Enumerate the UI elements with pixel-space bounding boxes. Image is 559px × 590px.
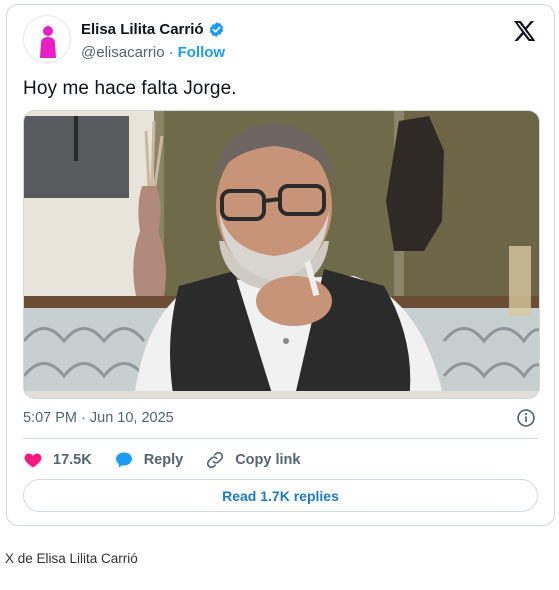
like-button[interactable]: 17.5K bbox=[23, 450, 92, 470]
embedded-tweet-card: Elisa Lilita Carrió @elisacarrio · Follo… bbox=[6, 4, 555, 526]
read-replies-button[interactable]: Read 1.7K replies bbox=[23, 479, 538, 512]
copy-link-button[interactable]: Copy link bbox=[205, 450, 300, 470]
embed-caption: X de Elisa Lilita Carrió bbox=[5, 551, 138, 566]
x-logo-icon[interactable] bbox=[512, 19, 536, 43]
avatar[interactable] bbox=[23, 15, 71, 63]
link-icon bbox=[207, 451, 224, 469]
handle-separator: · bbox=[168, 44, 174, 61]
heart-icon bbox=[24, 453, 42, 468]
author-handle[interactable]: @elisacarrio bbox=[81, 44, 165, 61]
tweet-actions: 17.5K Reply Copy link bbox=[23, 449, 322, 471]
divider bbox=[23, 438, 538, 439]
tweet-photo[interactable] bbox=[23, 110, 540, 399]
tweet-timestamp[interactable]: 5:07 PM · Jun 10, 2025 bbox=[23, 410, 174, 426]
copy-link-label: Copy link bbox=[235, 452, 301, 468]
info-icon[interactable] bbox=[516, 408, 536, 428]
verified-badge-icon bbox=[209, 22, 223, 37]
tweet-header: Elisa Lilita Carrió @elisacarrio · Follo… bbox=[23, 15, 538, 65]
handle-row: @elisacarrio · Follow bbox=[81, 44, 225, 61]
author-name-row: Elisa Lilita Carrió bbox=[81, 21, 225, 38]
photo-man-at-table bbox=[24, 111, 539, 398]
reply-button[interactable]: Reply bbox=[114, 450, 184, 470]
speech-bubble-icon bbox=[115, 452, 132, 468]
author-name[interactable]: Elisa Lilita Carrió bbox=[81, 21, 204, 38]
reply-label: Reply bbox=[143, 452, 184, 468]
avatar-figure-icon bbox=[40, 26, 56, 58]
likes-count: 17.5K bbox=[53, 452, 92, 468]
tweet-text: Hoy me hace falta Jorge. bbox=[23, 78, 237, 99]
follow-button[interactable]: Follow bbox=[178, 44, 226, 61]
